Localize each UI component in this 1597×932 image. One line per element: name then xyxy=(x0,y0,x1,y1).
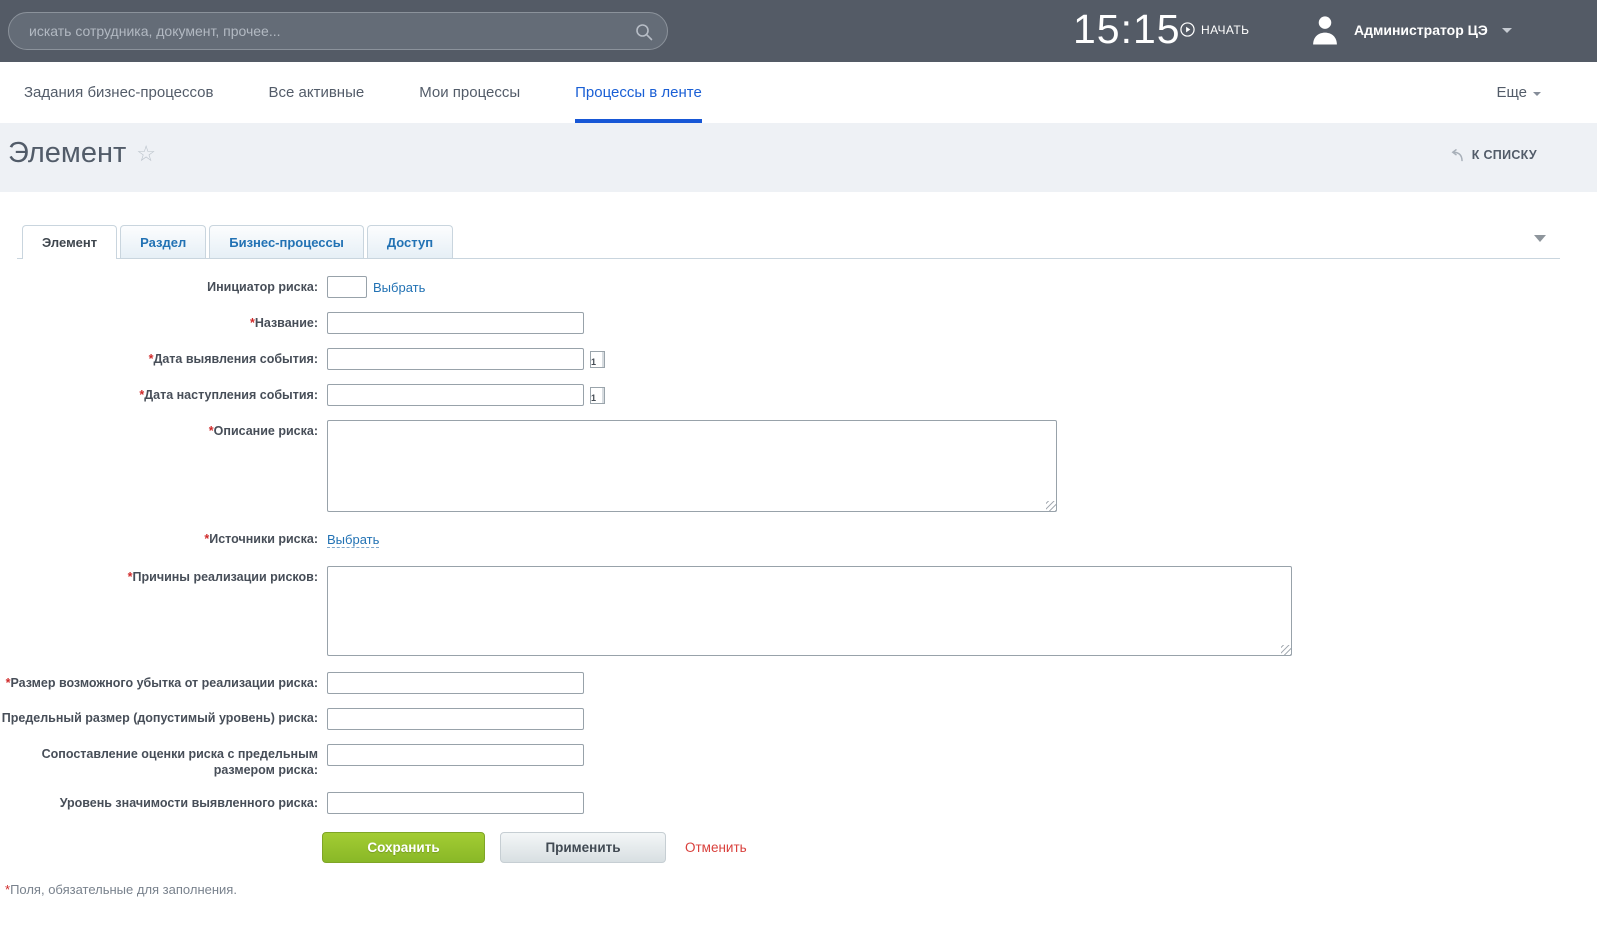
apply-button[interactable]: Применить xyxy=(500,832,666,863)
comparison-input[interactable] xyxy=(327,744,584,766)
field-label: Предельный размер (допустимый уровень) р… xyxy=(0,708,318,726)
date-detected-input[interactable] xyxy=(327,348,584,370)
tab-business-processes[interactable]: Бизнес-процессы xyxy=(209,225,364,258)
tab-access[interactable]: Доступ xyxy=(367,225,453,258)
search-input[interactable] xyxy=(9,13,667,49)
field-label: *Источники риска: xyxy=(0,528,318,547)
field-label: Сопоставление оценки риска с предельным … xyxy=(0,744,318,778)
nav-item-my-processes[interactable]: Мои процессы xyxy=(419,62,520,123)
calendar-icon[interactable]: 1 xyxy=(590,387,605,404)
work-clock[interactable]: 15:15 xyxy=(1073,6,1181,53)
form-row-description: *Описание риска: xyxy=(0,420,1597,512)
element-form: Инициатор риска: Выбрать *Название: *Дат… xyxy=(0,276,1597,897)
field-label: *Название: xyxy=(0,312,318,331)
date-occurred-input[interactable] xyxy=(327,384,584,406)
significance-level-input[interactable] xyxy=(327,792,584,814)
field-label: Инициатор риска: xyxy=(0,276,318,295)
back-arrow-icon xyxy=(1449,149,1464,162)
form-row-significance: Уровень значимости выявленного риска: xyxy=(0,792,1597,814)
back-to-list-link[interactable]: К СПИСКУ xyxy=(1449,148,1537,162)
field-label: *Дата наступления события: xyxy=(0,384,318,403)
nav-more-caret-down-icon xyxy=(1533,92,1541,96)
form-row-sources: *Источники риска: Выбрать xyxy=(0,528,1597,548)
tab-element[interactable]: Элемент xyxy=(22,225,117,259)
form-row-name: *Название: xyxy=(0,312,1597,334)
page: 15:15 НАЧАТЬ Администратор ЦЭ Задания би… xyxy=(0,0,1597,932)
top-bar: 15:15 НАЧАТЬ Администратор ЦЭ xyxy=(0,0,1597,62)
form-row-date-occurred: *Дата наступления события: 1 xyxy=(0,384,1597,406)
form-actions: Сохранить Применить Отменить xyxy=(0,832,1597,863)
search-icon[interactable] xyxy=(634,22,654,42)
form-tabs: Элемент Раздел Бизнес-процессы Доступ xyxy=(17,225,1560,259)
choose-initiator-link[interactable]: Выбрать xyxy=(373,276,425,295)
form-row-date-detected: *Дата выявления события: 1 xyxy=(0,348,1597,370)
global-search xyxy=(8,12,668,50)
risk-reasons-textarea[interactable] xyxy=(327,566,1292,656)
field-label: *Размер возможного убытка от реализации … xyxy=(0,672,318,691)
user-avatar-icon xyxy=(1310,13,1340,46)
risk-initiator-input[interactable] xyxy=(327,276,367,298)
form-row-loss-size: *Размер возможного убытка от реализации … xyxy=(0,672,1597,694)
favorite-star-icon[interactable]: ☆ xyxy=(136,143,156,165)
cancel-link[interactable]: Отменить xyxy=(685,840,747,855)
field-label: *Причины реализации рисков: xyxy=(0,566,318,585)
field-label: Уровень значимости выявленного риска: xyxy=(0,792,318,811)
name-input[interactable] xyxy=(327,312,584,334)
limit-size-input[interactable] xyxy=(327,708,584,730)
calendar-icon[interactable]: 1 xyxy=(590,351,605,368)
start-workday-button[interactable]: НАЧАТЬ xyxy=(1180,22,1249,37)
nav-item-all-active[interactable]: Все активные xyxy=(268,62,364,123)
tab-section[interactable]: Раздел xyxy=(120,225,206,258)
form-row-comparison: Сопоставление оценки риска с предельным … xyxy=(0,744,1597,778)
form-row-limit-size: Предельный размер (допустимый уровень) р… xyxy=(0,708,1597,730)
form-settings-caret-down-icon[interactable] xyxy=(1534,235,1546,242)
main-nav: Задания бизнес-процессов Все активные Мо… xyxy=(0,62,1597,123)
user-menu[interactable]: Администратор ЦЭ xyxy=(1310,13,1512,46)
required-fields-note: *Поля, обязательные для заполнения. xyxy=(0,882,1597,897)
user-caret-down-icon xyxy=(1502,28,1512,33)
form-row-reasons: *Причины реализации рисков: xyxy=(0,566,1597,656)
page-title: Элемент xyxy=(8,137,126,170)
play-icon xyxy=(1180,22,1195,37)
nav-item-processes-feed[interactable]: Процессы в ленте xyxy=(575,62,702,123)
field-label: *Дата выявления события: xyxy=(0,348,318,367)
user-name: Администратор ЦЭ xyxy=(1354,22,1488,38)
nav-more-button[interactable]: Еще xyxy=(1496,62,1541,123)
title-strip: Элемент ☆ К СПИСКУ xyxy=(0,123,1597,192)
save-button[interactable]: Сохранить xyxy=(322,832,485,863)
nav-item-bp-tasks[interactable]: Задания бизнес-процессов xyxy=(24,62,213,123)
start-label: НАЧАТЬ xyxy=(1201,23,1249,37)
nav-more-label: Еще xyxy=(1496,84,1527,101)
possible-loss-input[interactable] xyxy=(327,672,584,694)
field-label: *Описание риска: xyxy=(0,420,318,439)
choose-sources-link[interactable]: Выбрать xyxy=(327,528,379,548)
form-row-initiator: Инициатор риска: Выбрать xyxy=(0,276,1597,298)
risk-description-textarea[interactable] xyxy=(327,420,1057,512)
